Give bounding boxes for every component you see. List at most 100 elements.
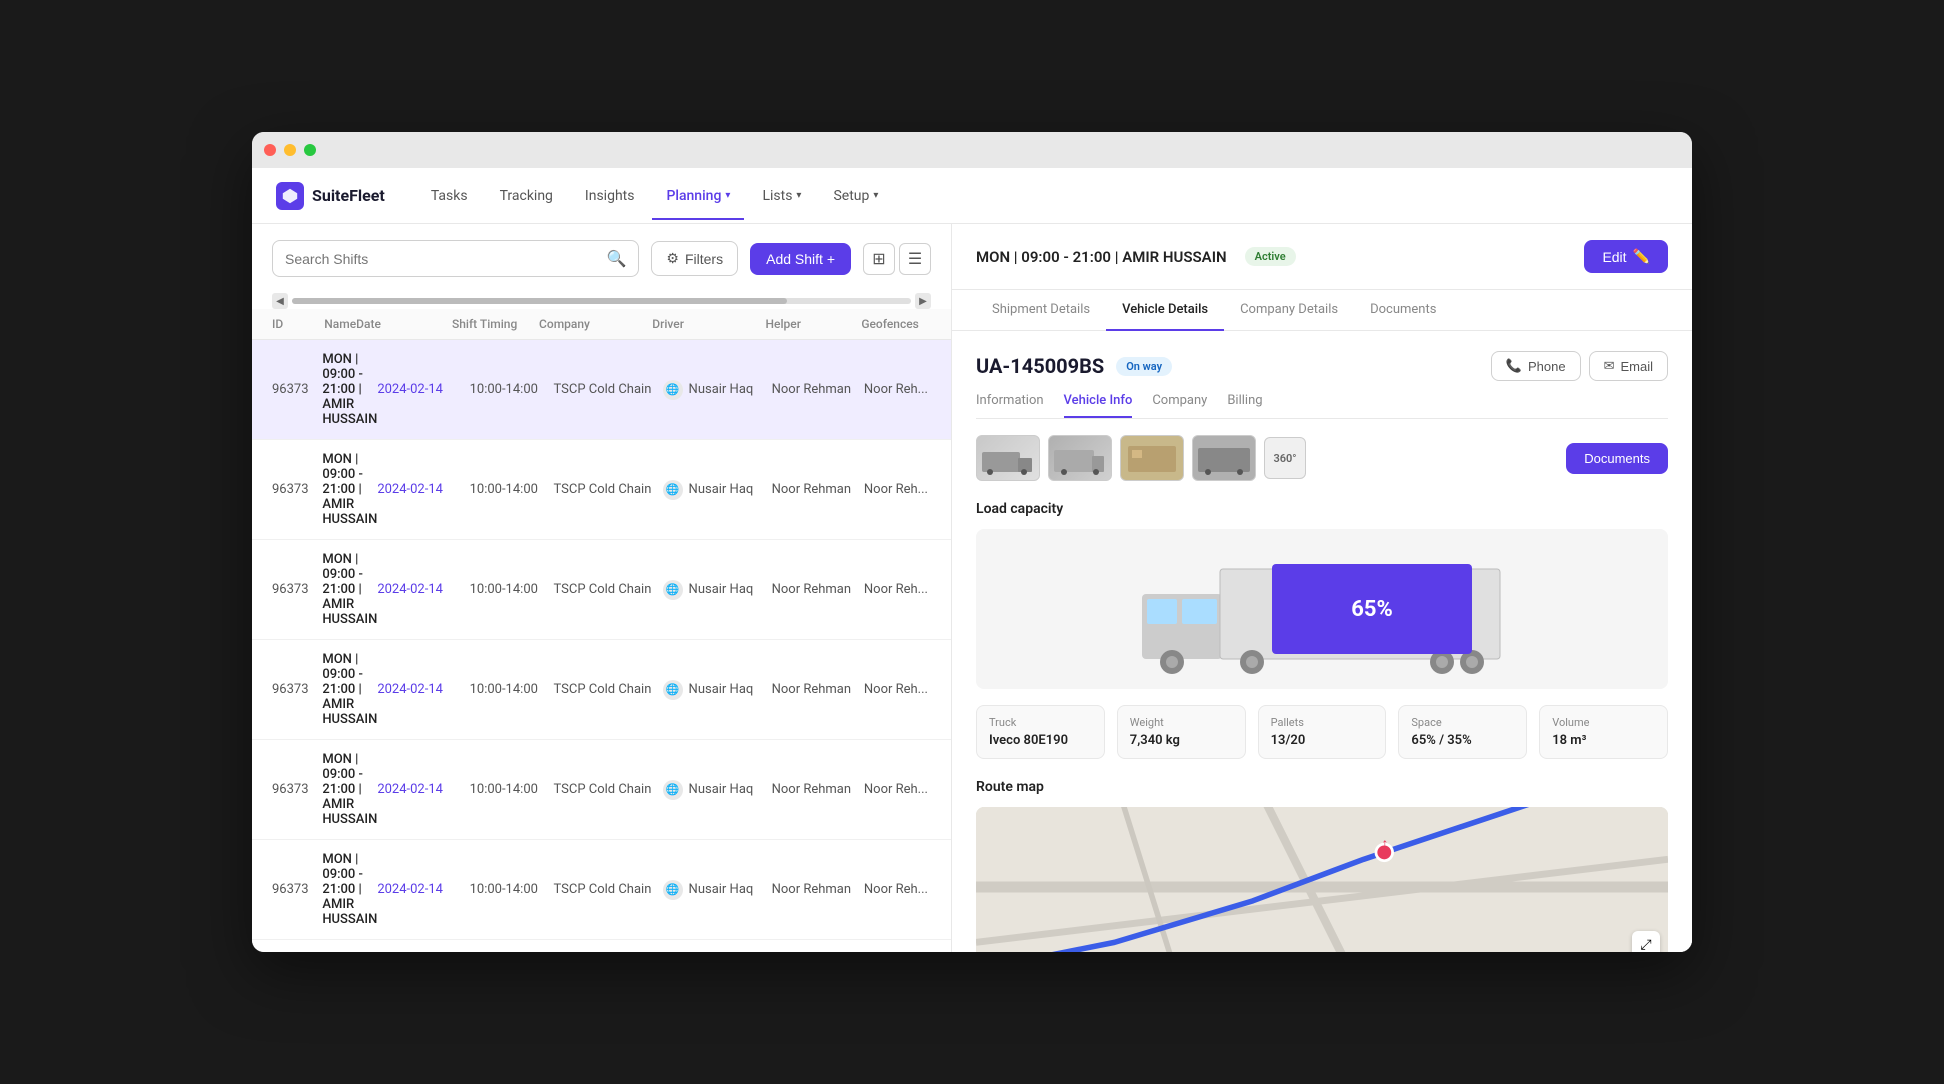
phone-button[interactable]: 📞 Phone: [1491, 351, 1581, 381]
map-background: ↕ ⤢: [976, 807, 1668, 952]
vehicle-thumb-4[interactable]: [1192, 435, 1256, 481]
cargo-thumb-svg: [1124, 440, 1180, 476]
nav-planning[interactable]: Planning ▾: [652, 180, 744, 212]
col-header-geofences: Geofences: [861, 317, 931, 331]
stat-value: 7,340 kg: [1130, 733, 1233, 748]
search-input[interactable]: [285, 251, 599, 267]
nav-tracking[interactable]: Tracking: [486, 180, 567, 212]
topnav: SuiteFleet Tasks Tracking Insights Plann…: [252, 168, 1692, 224]
table-row[interactable]: 96373 MON | 09:00 - 21:00 | AMIR HUSSAIN…: [252, 340, 951, 440]
driver-globe-icon: 🌐: [663, 580, 683, 600]
table-row[interactable]: 96373 MON | 09:00 - 21:00 | AMIR HUSSAIN…: [252, 940, 951, 952]
cell-timing: 10:00-14:00: [470, 782, 554, 797]
cell-geo: Noor Reh...: [864, 782, 931, 797]
filter-label: Filters: [685, 251, 723, 267]
nav-insights[interactable]: Insights: [571, 180, 649, 212]
cell-date: 2024-02-14: [377, 882, 469, 897]
detail-tabs: Shipment Details Vehicle Details Company…: [952, 290, 1692, 331]
scroll-thumb[interactable]: [292, 298, 787, 304]
cell-timing: 10:00-14:00: [470, 682, 554, 697]
tab-shipment-details[interactable]: Shipment Details: [976, 290, 1106, 331]
stat-card: Truck Iveco 80E190: [976, 705, 1105, 759]
cell-geo: Noor Reh...: [864, 582, 931, 597]
scroll-right-arrow[interactable]: ▶: [915, 293, 931, 309]
email-button[interactable]: ✉ Email: [1589, 351, 1668, 381]
email-icon: ✉: [1604, 358, 1615, 374]
load-bar: 65%: [1272, 564, 1472, 654]
sub-tab-vehicle-info[interactable]: Vehicle Info: [1064, 393, 1133, 418]
load-percentage: 65%: [1351, 597, 1393, 622]
search-box[interactable]: 🔍: [272, 240, 639, 277]
table-row[interactable]: 96373 MON | 09:00 - 21:00 | AMIR HUSSAIN…: [252, 840, 951, 940]
stat-card: Volume 18 m³: [1539, 705, 1668, 759]
add-shift-button[interactable]: Add Shift +: [750, 243, 851, 275]
driver-globe-icon: 🌐: [663, 780, 683, 800]
map-zoom-button[interactable]: ⤢: [1632, 931, 1660, 952]
cell-timing: 10:00-14:00: [470, 382, 554, 397]
stat-label: Volume: [1552, 716, 1655, 729]
vehicle-thumb-1[interactable]: [976, 435, 1040, 481]
nav-setup[interactable]: Setup ▾: [819, 180, 892, 212]
driver-globe-icon: 🌐: [663, 380, 683, 400]
svg-text:↕: ↕: [1382, 836, 1389, 852]
edit-icon: ✏️: [1633, 248, 1650, 265]
edit-label: Edit: [1602, 249, 1626, 265]
cell-timing: 10:00-14:00: [470, 582, 554, 597]
nav-lists[interactable]: Lists ▾: [748, 180, 815, 212]
table-row[interactable]: 96373 MON | 09:00 - 21:00 | AMIR HUSSAIN…: [252, 440, 951, 540]
grid-view-button[interactable]: ⊞: [863, 243, 895, 275]
horizontal-scrollbar[interactable]: ◀ ▶: [252, 293, 951, 309]
stat-label: Truck: [989, 716, 1092, 729]
cell-date: 2024-02-14: [377, 382, 469, 397]
maximize-icon[interactable]: [304, 144, 316, 156]
logo-text: SuiteFleet: [312, 186, 385, 205]
close-icon[interactable]: [264, 144, 276, 156]
sub-tab-company[interactable]: Company: [1152, 393, 1207, 418]
cell-company: TSCP Cold Chain: [553, 882, 662, 897]
stat-card: Space 65% / 35%: [1398, 705, 1527, 759]
left-panel: 🔍 ⚙ Filters Add Shift + ⊞ ☰: [252, 224, 952, 952]
sub-tabs: Information Vehicle Info Company Billing: [976, 393, 1668, 419]
cell-helper: Noor Rehman: [772, 682, 864, 697]
stat-card: Weight 7,340 kg: [1117, 705, 1246, 759]
nav-tasks[interactable]: Tasks: [417, 180, 482, 212]
cell-id: 96373: [272, 482, 322, 497]
table-row[interactable]: 96373 MON | 09:00 - 21:00 | AMIR HUSSAIN…: [252, 640, 951, 740]
setup-chevron-icon: ▾: [873, 190, 878, 201]
tab-vehicle-details[interactable]: Vehicle Details: [1106, 290, 1224, 331]
list-view-button[interactable]: ☰: [899, 243, 931, 275]
scroll-track[interactable]: [292, 298, 911, 304]
right-panel: MON | 09:00 - 21:00 | AMIR HUSSAIN Activ…: [952, 224, 1692, 952]
filter-button[interactable]: ⚙ Filters: [651, 241, 738, 276]
sub-tab-billing[interactable]: Billing: [1227, 393, 1262, 418]
cell-date: 2024-02-14: [377, 682, 469, 697]
logo: SuiteFleet: [276, 182, 385, 210]
edit-button[interactable]: Edit ✏️: [1584, 240, 1668, 273]
app-body: SuiteFleet Tasks Tracking Insights Plann…: [252, 168, 1692, 952]
cell-date: 2024-02-14: [377, 782, 469, 797]
cell-id: 96373: [272, 582, 322, 597]
cell-timing: 10:00-14:00: [470, 882, 554, 897]
phone-label: Phone: [1528, 359, 1566, 374]
stat-card: Pallets 13/20: [1258, 705, 1387, 759]
sub-tab-information[interactable]: Information: [976, 393, 1044, 418]
tab-company-details[interactable]: Company Details: [1224, 290, 1354, 331]
cell-id: 96373: [272, 382, 322, 397]
table-row[interactable]: 96373 MON | 09:00 - 21:00 | AMIR HUSSAIN…: [252, 740, 951, 840]
vehicle-images-row: 360° Documents: [976, 435, 1668, 481]
table-row[interactable]: 96373 MON | 09:00 - 21:00 | AMIR HUSSAIN…: [252, 540, 951, 640]
view-360-button[interactable]: 360°: [1264, 437, 1306, 479]
cell-driver: 🌐 Nusair Haq: [663, 680, 772, 700]
documents-button[interactable]: Documents: [1566, 443, 1668, 474]
cell-date: 2024-02-14: [377, 482, 469, 497]
cell-id: 96373: [272, 682, 322, 697]
vehicle-thumb-2[interactable]: [1048, 435, 1112, 481]
vehicle-thumb-3[interactable]: [1120, 435, 1184, 481]
vehicle-info-panel: UA-145009BS On way 📞 Phone ✉ Email: [952, 331, 1692, 952]
col-header-name: Name: [324, 317, 356, 331]
add-shift-label: Add Shift +: [766, 251, 835, 267]
tab-documents[interactable]: Documents: [1354, 290, 1452, 331]
stat-label: Pallets: [1271, 716, 1374, 729]
scroll-left-arrow[interactable]: ◀: [272, 293, 288, 309]
minimize-icon[interactable]: [284, 144, 296, 156]
